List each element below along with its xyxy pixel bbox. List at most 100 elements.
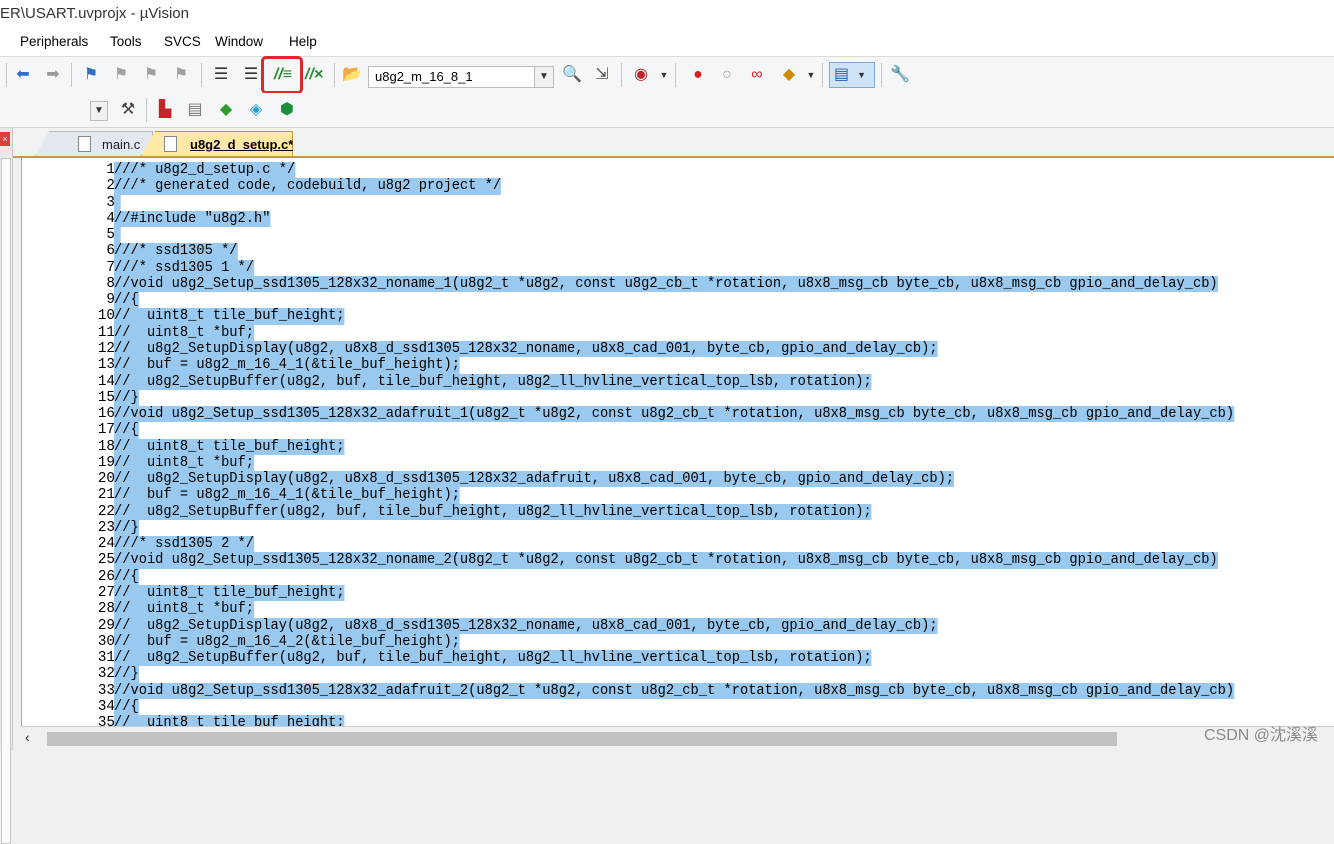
window-layout-button[interactable]: ▤ ▼ [829, 62, 875, 88]
code-line[interactable]: 19// uint8_t *buf; [22, 454, 1334, 472]
menu-peripherals[interactable]: Peripherals [20, 34, 88, 49]
line-number: 18 [97, 438, 115, 455]
options-for-target-icon[interactable]: ⚒ [117, 99, 139, 121]
close-icon[interactable]: × [0, 132, 10, 146]
project-pane-scrollbar[interactable] [1, 158, 11, 844]
code-line[interactable]: 35// uint8_t tile_buf_height; [22, 715, 1334, 726]
code-line[interactable]: 25//void u8g2_Setup_ssd1305_128x32_nonam… [22, 552, 1334, 569]
tab-main-c[interactable]: main.c [35, 131, 153, 156]
pack-installer-icon[interactable]: ◈ [245, 99, 267, 121]
code-line[interactable]: 14// u8g2_SetupBuffer(u8g2, buf, tile_bu… [22, 373, 1334, 390]
find-combo[interactable]: u8g2_m_16_8_1 ▼ [368, 66, 554, 88]
chevron-down-icon[interactable]: ▼ [90, 101, 108, 121]
indent-icon[interactable]: ☰ [210, 64, 232, 86]
insert-bookmark-icon[interactable]: ⚑ [80, 64, 102, 86]
code-editor[interactable]: 1///* u8g2_d_setup.c */2///* generated c… [21, 158, 1334, 726]
watermark: CSDN @沈溪溪 [1203, 727, 1318, 744]
code-line[interactable]: 31// u8g2_SetupBuffer(u8g2, buf, tile_bu… [22, 650, 1334, 667]
code-line[interactable]: 16//void u8g2_Setup_ssd1305_128x32_adafr… [22, 406, 1334, 423]
incremental-find-icon[interactable]: ⇲ [591, 64, 613, 86]
insert-breakpoint-icon[interactable]: ● [687, 64, 709, 86]
line-number: 24 [97, 536, 115, 553]
code-line[interactable]: 29// u8g2_SetupDisplay(u8g2, u8x8_d_ssd1… [22, 617, 1334, 634]
code-line[interactable]: 10// uint8_t tile_buf_height; [22, 308, 1334, 325]
manage-project-items-icon[interactable]: ▙ [154, 99, 176, 121]
editor-tab-strip: main.c u8g2_d_setup.c* [13, 128, 1334, 158]
file-icon [78, 136, 91, 152]
line-number: 3 [106, 194, 115, 211]
code-line[interactable]: 32//} [22, 666, 1334, 683]
menu-tools[interactable]: Tools [110, 34, 142, 49]
code-text: //} [114, 389, 139, 407]
code-line[interactable]: 21// buf = u8g2_m_16_4_1(&tile_buf_heigh… [22, 487, 1334, 504]
chevron-down-icon[interactable]: ▼ [534, 67, 553, 87]
code-line[interactable]: 6///* ssd1305 */ [22, 243, 1334, 260]
code-line[interactable]: 27// uint8_t tile_buf_height; [22, 585, 1334, 602]
clear-bookmarks-icon[interactable]: ⚑ [170, 64, 192, 86]
code-text: // u8g2_SetupBuffer(u8g2, buf, tile_buf_… [114, 373, 872, 390]
enable-breakpoint-icon[interactable]: ○ [716, 64, 738, 86]
debug-start-icon[interactable]: ◉ [630, 64, 652, 86]
unindent-icon[interactable]: ☰ [240, 64, 262, 86]
code-line[interactable]: 12// u8g2_SetupDisplay(u8g2, u8x8_d_ssd1… [22, 340, 1334, 358]
code-text: // uint8_t *buf; [114, 454, 255, 472]
code-line[interactable]: 9//{ [22, 292, 1334, 309]
code-line[interactable]: 24///* ssd1305 2 */ [22, 536, 1334, 553]
chevron-down-icon[interactable]: ▼ [653, 64, 675, 86]
line-number: 16 [97, 406, 115, 423]
code-line[interactable]: 22// u8g2_SetupBuffer(u8g2, buf, tile_bu… [22, 503, 1334, 520]
disable-breakpoints-icon[interactable]: ∞ [746, 64, 768, 86]
previous-bookmark-icon[interactable]: ⚑ [110, 64, 132, 86]
kill-breakpoints-icon[interactable]: ◆ [778, 64, 800, 86]
scroll-left-icon[interactable]: ‹ [25, 729, 30, 745]
line-number: 34 [97, 698, 115, 715]
line-number: 8 [106, 275, 115, 292]
code-line[interactable]: 30// buf = u8g2_m_16_4_2(&tile_buf_heigh… [22, 633, 1334, 651]
line-number: 6 [106, 243, 115, 260]
horizontal-scrollbar[interactable]: ‹ [21, 726, 1334, 751]
code-line[interactable]: 20// u8g2_SetupDisplay(u8g2, u8x8_d_ssd1… [22, 471, 1334, 488]
next-bookmark-icon[interactable]: ⚑ [140, 64, 162, 86]
code-line[interactable]: 13// buf = u8g2_m_16_4_1(&tile_buf_heigh… [22, 357, 1334, 374]
configure-icon[interactable]: 🔧 [889, 64, 911, 86]
code-line[interactable]: 34//{ [22, 698, 1334, 716]
select-packs-icon[interactable]: ▤ [184, 99, 206, 121]
code-line[interactable]: 2///* generated code, codebuild, u8g2 pr… [22, 178, 1334, 195]
menu-window[interactable]: Window [215, 34, 263, 49]
code-text: //{ [114, 292, 139, 309]
code-text: //#include "u8g2.h" [114, 210, 271, 228]
run-time-environment-icon[interactable]: ⬢ [276, 99, 298, 121]
code-line[interactable]: 7///* ssd1305 1 */ [22, 259, 1334, 276]
manage-runtime-icon[interactable]: ◆ [215, 99, 237, 121]
menu-help[interactable]: Help [289, 34, 317, 49]
code-line[interactable]: 23//} [22, 519, 1334, 537]
code-line[interactable]: 3 [22, 194, 1334, 211]
code-line[interactable]: 28// uint8_t *buf; [22, 601, 1334, 618]
chevron-down-icon[interactable]: ▼ [800, 64, 822, 86]
code-line[interactable]: 17//{ [22, 422, 1334, 439]
code-line[interactable]: 4//#include "u8g2.h" [22, 210, 1334, 228]
code-line[interactable]: 26//{ [22, 568, 1334, 586]
code-text: // u8g2_SetupDisplay(u8g2, u8x8_d_ssd130… [114, 340, 938, 358]
line-number: 26 [97, 568, 115, 585]
code-line[interactable]: 1///* u8g2_d_setup.c */ [22, 162, 1334, 179]
menu-svcs[interactable]: SVCS [164, 34, 201, 49]
find-document-icon[interactable]: 🔍 [561, 64, 583, 86]
title-bar: ER\USART.uvprojx - µVision [0, 0, 1334, 30]
code-line[interactable]: 33//void u8g2_Setup_ssd1305_128x32_adafr… [22, 682, 1334, 699]
scrollbar-thumb[interactable] [47, 732, 1117, 746]
code-text: // buf = u8g2_m_16_4_2(&tile_buf_height)… [114, 633, 460, 651]
code-line[interactable]: 18// uint8_t tile_buf_height; [22, 438, 1334, 455]
code-line[interactable]: 11// uint8_t *buf; [22, 324, 1334, 341]
navigate-back-icon[interactable]: ⬅ [12, 64, 34, 86]
navigate-forward-icon[interactable]: ➡ [42, 64, 64, 86]
tab-u8g2-d-setup[interactable]: u8g2_d_setup.c* [141, 131, 293, 156]
find-in-files-icon[interactable]: 📂 [341, 64, 363, 86]
uncomment-selection-icon[interactable]: //× [303, 64, 325, 86]
line-number: 14 [97, 373, 115, 390]
code-line[interactable]: 15//} [22, 389, 1334, 407]
toolbar-separator [6, 63, 7, 87]
code-text: // uint8_t *buf; [114, 601, 255, 618]
code-line[interactable]: 5 [22, 227, 1334, 244]
code-line[interactable]: 8//void u8g2_Setup_ssd1305_128x32_noname… [22, 275, 1334, 293]
